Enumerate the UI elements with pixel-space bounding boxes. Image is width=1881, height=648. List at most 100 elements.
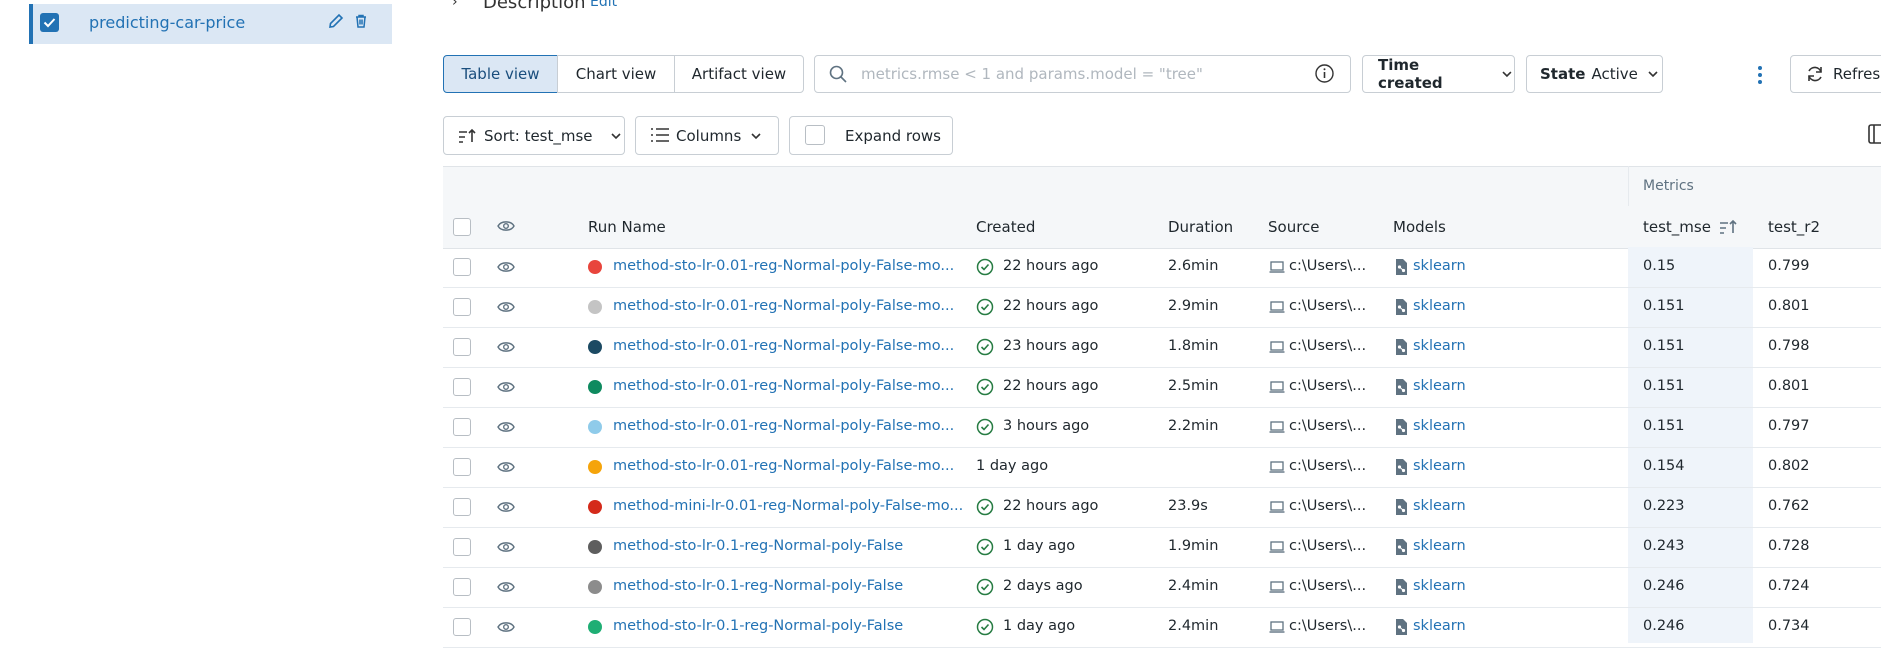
run-name-link[interactable]: method-sto-lr-0.1-reg-Normal-poly-False xyxy=(613,618,903,634)
run-name-link[interactable]: method-mini-lr-0.01-reg-Normal-poly-Fals… xyxy=(613,498,963,514)
eye-icon[interactable] xyxy=(497,260,515,278)
sort-label: Sort: test_mse xyxy=(484,126,593,145)
eye-icon[interactable] xyxy=(497,500,515,518)
laptop-icon xyxy=(1269,260,1285,278)
table-row[interactable]: method-sto-lr-0.1-reg-Normal-poly-False 1… xyxy=(443,607,1881,648)
info-icon[interactable] xyxy=(1314,63,1335,88)
time-created-dropdown[interactable]: Time created xyxy=(1362,55,1515,93)
sort-ascending-icon[interactable] xyxy=(1718,218,1738,240)
row-checkbox[interactable] xyxy=(453,458,471,476)
eye-icon[interactable] xyxy=(497,540,515,558)
row-checkbox[interactable] xyxy=(453,258,471,276)
tab-artifact-view[interactable]: Artifact view xyxy=(674,55,804,93)
status-finished-icon xyxy=(976,538,994,560)
model-link[interactable]: sklearn xyxy=(1413,458,1466,474)
eye-icon[interactable] xyxy=(497,300,515,318)
refresh-button[interactable]: Refresh xyxy=(1790,55,1881,93)
run-name-link[interactable]: method-sto-lr-0.1-reg-Normal-poly-False xyxy=(613,538,903,554)
run-name-link[interactable]: method-sto-lr-0.01-reg-Normal-poly-False… xyxy=(613,378,954,394)
laptop-icon xyxy=(1269,300,1285,318)
eye-icon[interactable] xyxy=(497,460,515,478)
table-row[interactable]: method-sto-lr-0.01-reg-Normal-poly-False… xyxy=(443,407,1881,448)
select-all-checkbox[interactable] xyxy=(453,218,471,236)
eye-icon[interactable] xyxy=(497,380,515,398)
column-header-source[interactable]: Source xyxy=(1268,218,1320,236)
model-link[interactable]: sklearn xyxy=(1413,578,1466,594)
chevron-down-icon xyxy=(610,132,621,139)
metrics-group-label: Metrics xyxy=(1643,178,1694,194)
description-edit-link[interactable]: Edit xyxy=(590,0,617,10)
model-icon xyxy=(1394,418,1409,440)
table-row[interactable]: method-sto-lr-0.01-reg-Normal-poly-False… xyxy=(443,447,1881,488)
model-link[interactable]: sklearn xyxy=(1413,258,1466,274)
table-row[interactable]: method-sto-lr-0.01-reg-Normal-poly-False… xyxy=(443,367,1881,408)
created-time: 23 hours ago xyxy=(1003,338,1099,354)
run-name-link[interactable]: method-sto-lr-0.01-reg-Normal-poly-False… xyxy=(613,258,954,274)
model-link[interactable]: sklearn xyxy=(1413,298,1466,314)
row-checkbox[interactable] xyxy=(453,418,471,436)
metric-test-r2: 0.801 xyxy=(1768,378,1810,394)
expand-rows-checkbox[interactable] xyxy=(805,125,825,145)
row-checkbox[interactable] xyxy=(453,618,471,636)
row-checkbox[interactable] xyxy=(453,338,471,356)
run-name-link[interactable]: method-sto-lr-0.01-reg-Normal-poly-False… xyxy=(613,458,954,474)
model-link[interactable]: sklearn xyxy=(1413,338,1466,354)
search-placeholder: metrics.rmse < 1 and params.model = "tre… xyxy=(861,65,1203,83)
search-input[interactable]: metrics.rmse < 1 and params.model = "tre… xyxy=(814,55,1351,93)
column-header-created[interactable]: Created xyxy=(976,218,1035,236)
eye-icon[interactable] xyxy=(497,420,515,438)
status-finished-icon xyxy=(976,378,994,400)
trash-icon[interactable] xyxy=(353,13,369,33)
row-checkbox[interactable] xyxy=(453,378,471,396)
model-link[interactable]: sklearn xyxy=(1413,618,1466,634)
model-link[interactable]: sklearn xyxy=(1413,498,1466,514)
table-row[interactable]: method-sto-lr-0.01-reg-Normal-poly-False… xyxy=(443,327,1881,368)
model-link[interactable]: sklearn xyxy=(1413,418,1466,434)
run-name-link[interactable]: method-sto-lr-0.1-reg-Normal-poly-False xyxy=(613,578,903,594)
column-header-duration[interactable]: Duration xyxy=(1168,218,1233,236)
metric-test-r2: 0.797 xyxy=(1768,418,1810,434)
table-row[interactable]: method-mini-lr-0.01-reg-Normal-poly-Fals… xyxy=(443,487,1881,528)
source-path: c:\Users\... xyxy=(1289,458,1367,474)
column-header-test-r2[interactable]: test_r2 xyxy=(1768,218,1820,236)
tab-table-view[interactable]: Table view xyxy=(443,55,558,93)
model-link[interactable]: sklearn xyxy=(1413,538,1466,554)
row-checkbox[interactable] xyxy=(453,298,471,316)
run-name-link[interactable]: method-sto-lr-0.01-reg-Normal-poly-False… xyxy=(613,338,954,354)
row-checkbox[interactable] xyxy=(453,578,471,596)
source-path: c:\Users\... xyxy=(1289,538,1367,554)
run-color-dot xyxy=(588,460,602,474)
column-header-models[interactable]: Models xyxy=(1393,218,1446,236)
eye-icon[interactable] xyxy=(497,218,515,237)
run-color-dot xyxy=(588,340,602,354)
pencil-icon[interactable] xyxy=(327,12,345,34)
laptop-icon xyxy=(1269,340,1285,358)
created-time: 2 days ago xyxy=(1003,578,1083,594)
laptop-icon xyxy=(1269,420,1285,438)
table-row[interactable]: method-sto-lr-0.01-reg-Normal-poly-False… xyxy=(443,287,1881,328)
more-options-icon[interactable] xyxy=(1752,60,1768,90)
column-header-test-mse[interactable]: test_mse xyxy=(1643,218,1711,236)
duration: 1.9min xyxy=(1168,538,1219,554)
run-name-link[interactable]: method-sto-lr-0.01-reg-Normal-poly-False… xyxy=(613,298,954,314)
experiment-name[interactable]: predicting-car-price xyxy=(89,13,245,32)
chevron-right-icon[interactable]: › xyxy=(452,0,458,10)
state-dropdown[interactable]: State Active xyxy=(1526,55,1663,93)
eye-icon[interactable] xyxy=(497,340,515,358)
run-name-link[interactable]: method-sto-lr-0.01-reg-Normal-poly-False… xyxy=(613,418,954,434)
metric-test-mse: 0.154 xyxy=(1643,458,1685,474)
row-checkbox[interactable] xyxy=(453,538,471,556)
eye-icon[interactable] xyxy=(497,580,515,598)
model-link[interactable]: sklearn xyxy=(1413,378,1466,394)
column-header-run-name[interactable]: Run Name xyxy=(588,218,666,236)
run-color-dot xyxy=(588,580,602,594)
table-row[interactable]: method-sto-lr-0.1-reg-Normal-poly-False 1… xyxy=(443,527,1881,568)
tab-chart-view[interactable]: Chart view xyxy=(557,55,675,93)
row-checkbox[interactable] xyxy=(453,498,471,516)
side-panel-icon[interactable] xyxy=(1868,124,1881,148)
metric-test-mse: 0.15 xyxy=(1643,258,1676,274)
table-row[interactable]: method-sto-lr-0.01-reg-Normal-poly-False… xyxy=(443,247,1881,288)
eye-icon[interactable] xyxy=(497,620,515,638)
experiment-checkbox[interactable] xyxy=(40,13,59,32)
table-row[interactable]: method-sto-lr-0.1-reg-Normal-poly-False 2… xyxy=(443,567,1881,608)
